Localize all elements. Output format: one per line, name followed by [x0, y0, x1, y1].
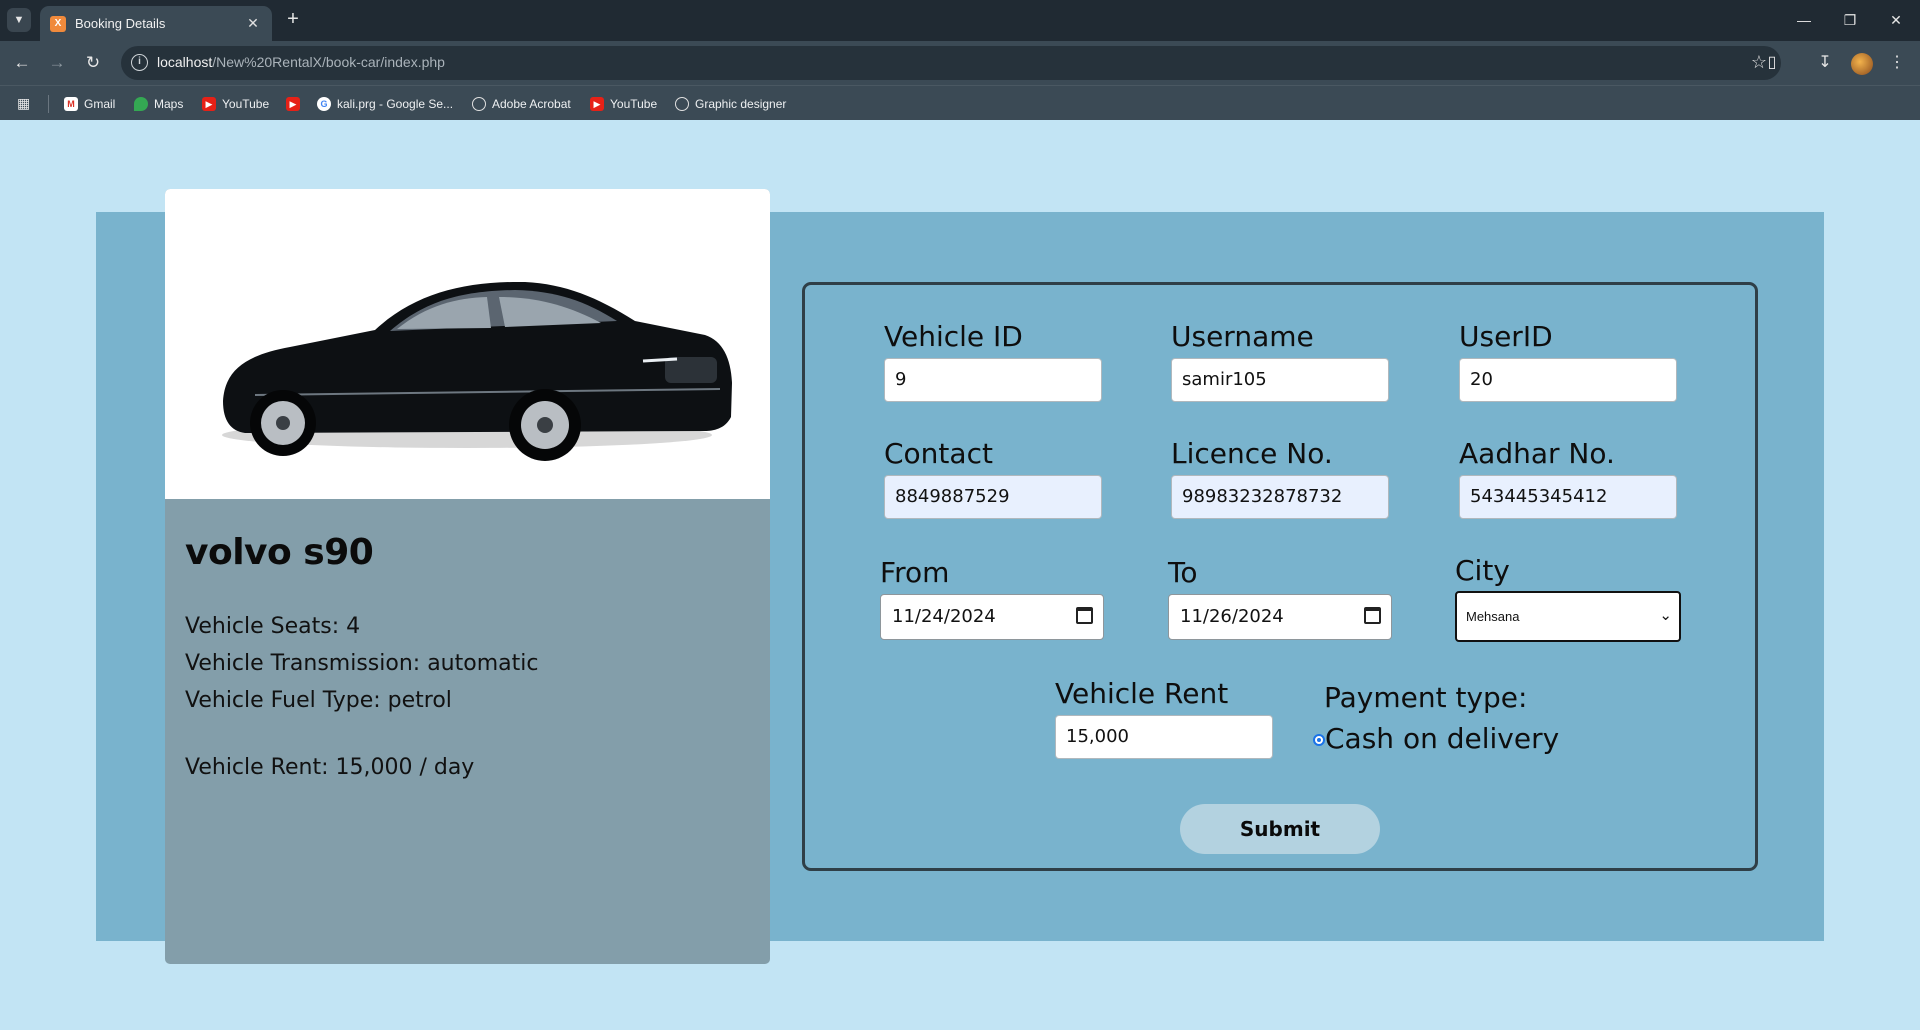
google-icon: G	[317, 97, 331, 111]
bookmark-youtube-icon-only[interactable]: ▶	[286, 94, 306, 114]
to-date-label: To	[1168, 556, 1198, 589]
globe-icon	[675, 97, 689, 111]
profile-avatar[interactable]	[1851, 53, 1873, 75]
licence-input[interactable]: 98983232878732	[1171, 475, 1389, 519]
user-id-input[interactable]: 20	[1459, 358, 1677, 402]
city-select[interactable]: Mehsana ⌄	[1455, 591, 1681, 642]
address-bar[interactable]: i localhost/New%20RentalX/book-car/index…	[121, 46, 1781, 80]
youtube-icon: ▶	[286, 97, 300, 111]
cash-on-delivery-radio[interactable]	[1313, 734, 1325, 746]
from-date-value: 11/24/2024	[892, 606, 996, 627]
car-photo-icon	[222, 281, 732, 461]
gmail-icon: M	[64, 97, 78, 111]
xampp-favicon-icon: X	[50, 15, 66, 32]
cash-on-delivery-label[interactable]: Cash on delivery	[1325, 722, 1559, 755]
download-icon[interactable]: ↧	[1814, 52, 1836, 74]
tab-title: Booking Details	[75, 16, 166, 31]
city-selected-value: Mehsana	[1466, 609, 1520, 624]
site-info-icon[interactable]: i	[131, 54, 148, 71]
calendar-icon[interactable]	[1076, 607, 1093, 624]
back-arrow-icon[interactable]: ←	[9, 51, 35, 75]
restore-icon[interactable]: ❐	[1836, 8, 1864, 32]
bookmark-graphic-designer[interactable]: Graphic designer	[675, 94, 786, 114]
youtube-icon: ▶	[202, 97, 216, 111]
vehicle-id-input[interactable]: 9	[884, 358, 1102, 402]
licence-label: Licence No.	[1171, 437, 1333, 470]
maps-icon	[134, 97, 148, 111]
tab-list-chevron-icon[interactable]: ▼	[7, 8, 31, 32]
url-text: localhost/New%20RentalX/book-car/index.p…	[157, 54, 445, 70]
globe-icon	[472, 97, 486, 111]
calendar-icon[interactable]	[1364, 607, 1381, 624]
submit-button[interactable]: Submit	[1180, 804, 1380, 854]
contact-label: Contact	[884, 437, 993, 470]
bookmarks-bar: ▦ M Gmail Maps ▶ YouTube ▶ G kali.prg - …	[0, 85, 1920, 120]
vehicle-fuel-type: Vehicle Fuel Type: petrol	[185, 688, 452, 713]
browser-titlebar: ▼ X Booking Details ✕ + — ❐ ✕	[0, 0, 1920, 41]
payment-type-label: Payment type:	[1324, 681, 1528, 714]
new-tab-plus-icon[interactable]: +	[281, 8, 305, 32]
minimize-icon[interactable]: —	[1790, 8, 1818, 32]
contact-input[interactable]: 8849887529	[884, 475, 1102, 519]
car-card: volvo s90 Vehicle Seats: 4 Vehicle Trans…	[165, 189, 770, 964]
bookmark-youtube-2[interactable]: ▶ YouTube	[590, 94, 657, 114]
reload-icon[interactable]: ↻	[80, 51, 106, 75]
from-date-input[interactable]: 11/24/2024	[880, 594, 1104, 640]
forward-arrow-icon[interactable]: →	[44, 51, 70, 75]
bookmark-maps[interactable]: Maps	[134, 94, 183, 114]
aadhar-input[interactable]: 543445345412	[1459, 475, 1677, 519]
username-input[interactable]: samir105	[1171, 358, 1389, 402]
bookmark-adobe-acrobat[interactable]: Adobe Acrobat	[472, 94, 571, 114]
car-name: volvo s90	[185, 532, 374, 573]
vehicle-rent-label: Vehicle Rent	[1055, 677, 1229, 710]
city-label: City	[1455, 554, 1510, 587]
bookmarks-divider	[48, 95, 49, 113]
extensions-puzzle-icon[interactable]: ▯	[1761, 52, 1783, 74]
active-tab[interactable]: X Booking Details ✕	[40, 6, 272, 41]
vehicle-transmission: Vehicle Transmission: automatic	[185, 651, 539, 676]
to-date-value: 11/26/2024	[1180, 606, 1284, 627]
vehicle-rent-input[interactable]: 15,000	[1055, 715, 1273, 759]
tab-close-icon[interactable]: ✕	[244, 15, 262, 32]
bookmark-google-search[interactable]: G kali.prg - Google Se...	[317, 94, 453, 114]
apps-grid-icon[interactable]: ▦	[17, 95, 33, 111]
browser-toolbar: ← → ↻ i localhost/New%20RentalX/book-car…	[0, 41, 1920, 85]
youtube-icon: ▶	[590, 97, 604, 111]
username-label: Username	[1171, 320, 1314, 353]
car-image	[165, 189, 770, 499]
from-date-label: From	[880, 556, 950, 589]
user-id-label: UserID	[1459, 320, 1553, 353]
window-close-icon[interactable]: ✕	[1882, 8, 1910, 32]
vehicle-seats: Vehicle Seats: 4	[185, 614, 361, 639]
to-date-input[interactable]: 11/26/2024	[1168, 594, 1392, 640]
vehicle-rent-info: Vehicle Rent: 15,000 / day	[185, 755, 475, 780]
bookmark-youtube[interactable]: ▶ YouTube	[202, 94, 269, 114]
menu-kebab-icon[interactable]: ⋮	[1886, 52, 1908, 74]
aadhar-label: Aadhar No.	[1459, 437, 1615, 470]
bookmark-gmail[interactable]: M Gmail	[64, 94, 115, 114]
vehicle-id-label: Vehicle ID	[884, 320, 1023, 353]
chevron-down-icon: ⌄	[1659, 607, 1672, 624]
